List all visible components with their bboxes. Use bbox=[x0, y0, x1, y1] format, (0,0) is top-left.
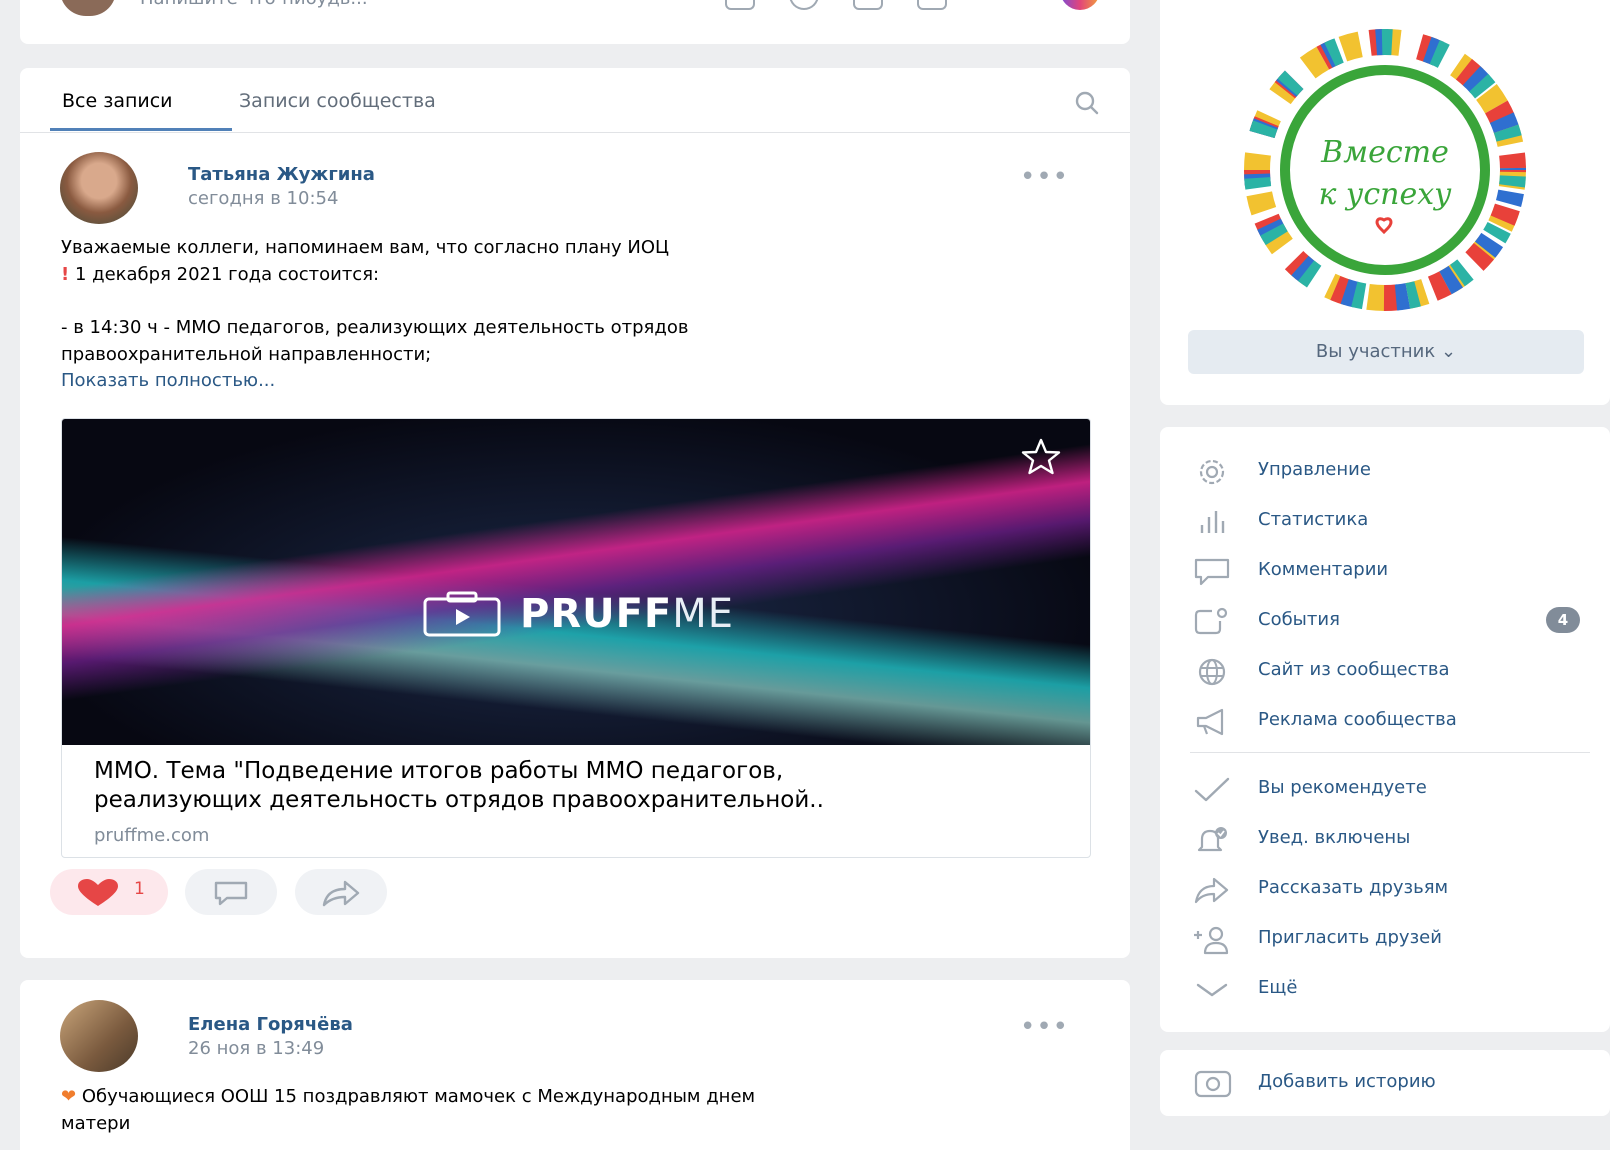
menu-item-statistics[interactable]: Статистика bbox=[1160, 499, 1610, 543]
globe-icon bbox=[1198, 658, 1226, 686]
composer-tools bbox=[725, 0, 947, 10]
chevron-down-icon bbox=[1196, 983, 1228, 997]
show-more-link[interactable]: Показать полностью... bbox=[61, 370, 275, 391]
menu-item-events[interactable]: События 4 bbox=[1160, 599, 1610, 643]
comment-icon bbox=[214, 881, 248, 906]
tab-all-posts[interactable]: Все записи bbox=[62, 90, 173, 112]
more-icon[interactable]: ••• bbox=[1020, 1014, 1069, 1040]
add-story-card: Добавить историю bbox=[1160, 1050, 1610, 1116]
post-author[interactable]: Елена Горячёва bbox=[188, 1014, 353, 1035]
add-story-label: Добавить историю bbox=[1258, 1071, 1436, 1092]
photo-icon[interactable] bbox=[725, 0, 755, 10]
menu-item-label: События bbox=[1258, 609, 1340, 630]
menu-item-label: Комментарии bbox=[1258, 559, 1389, 580]
video-icon[interactable] bbox=[789, 0, 819, 10]
comment-icon bbox=[1194, 558, 1230, 586]
menu-item-label: Увед. включены bbox=[1258, 827, 1411, 848]
post-text: ❤ Обучающиеся ООШ 15 поздравляют мамочек… bbox=[61, 1083, 755, 1137]
heart-emoji-icon: ❤ bbox=[61, 1086, 77, 1107]
post-text-line: ❤ Обучающиеся ООШ 15 поздравляют мамочек… bbox=[61, 1086, 756, 1107]
menu-item-comments[interactable]: Комментарии bbox=[1160, 549, 1610, 593]
menu-item-notifications[interactable]: Увед. включены bbox=[1160, 817, 1610, 861]
like-button[interactable]: 1 bbox=[50, 869, 168, 915]
link-title[interactable]: ММО. Тема "Подведение итогов работы ММО … bbox=[94, 757, 1054, 815]
brand-logo: PRUFFME bbox=[422, 591, 734, 637]
exclamation-icon: ! bbox=[61, 264, 70, 285]
post-text-line: правоохранительной направленности; bbox=[61, 344, 432, 365]
more-icon[interactable]: ••• bbox=[1020, 164, 1069, 190]
comment-button[interactable] bbox=[185, 869, 277, 915]
add-user-icon bbox=[1194, 926, 1229, 955]
chevron-down-icon: ⌄ bbox=[1440, 341, 1457, 362]
menu-item-more[interactable]: Ещё bbox=[1160, 967, 1610, 1011]
post-text-line: Уважаемые коллеги, напоминаем вам, что с… bbox=[61, 237, 669, 258]
post: Елена Горячёва 26 ноя в 13:49 ••• ❤ Обуч… bbox=[20, 980, 1130, 1150]
share-button[interactable] bbox=[295, 869, 387, 915]
add-story-button[interactable]: Добавить историю bbox=[1160, 1061, 1610, 1105]
post-text: Уважаемые коллеги, напоминаем вам, что с… bbox=[61, 234, 688, 368]
wall-tabs: Все записи Записи сообщества bbox=[20, 68, 1130, 133]
gear-icon bbox=[1199, 459, 1225, 485]
share-icon bbox=[1194, 877, 1229, 904]
music-icon[interactable] bbox=[853, 0, 883, 10]
wall: Все записи Записи сообщества Татьяна Жуж… bbox=[20, 68, 1130, 958]
post-text-line: - в 14:30 ч - ММО педагогов, реализующих… bbox=[61, 317, 689, 338]
post-composer[interactable]: Напишите что-нибудь... bbox=[20, 0, 1130, 44]
tab-community-posts[interactable]: Записи сообщества bbox=[239, 90, 436, 112]
community-logo: Вместе к успеху bbox=[1244, 29, 1526, 311]
author-avatar-icon[interactable] bbox=[1060, 0, 1100, 10]
post-time[interactable]: 26 ноя в 13:49 bbox=[188, 1038, 324, 1059]
menu-item-site[interactable]: Сайт из сообщества bbox=[1160, 649, 1610, 693]
link-banner-image[interactable]: PRUFFME bbox=[62, 419, 1090, 745]
menu-item-label: Реклама сообщества bbox=[1258, 709, 1457, 730]
star-icon[interactable] bbox=[1020, 437, 1062, 477]
menu-item-label: Сайт из сообщества bbox=[1258, 659, 1450, 680]
svg-text:Вместе: Вместе bbox=[1320, 135, 1449, 170]
composer-input[interactable]: Напишите что-нибудь... bbox=[140, 0, 368, 9]
search-icon[interactable] bbox=[1074, 90, 1100, 116]
stats-icon bbox=[1200, 511, 1225, 533]
camera-icon bbox=[1194, 1070, 1232, 1098]
post-author[interactable]: Татьяна Жужгина bbox=[188, 164, 375, 185]
video-case-icon bbox=[423, 591, 501, 637]
menu-item-tell-friends[interactable]: Рассказать друзьям bbox=[1160, 867, 1610, 911]
avatar[interactable] bbox=[60, 152, 138, 224]
menu-item-label: Управление bbox=[1258, 459, 1371, 480]
share-icon bbox=[322, 880, 360, 907]
menu-item-label: Вы рекомендуете bbox=[1258, 777, 1427, 798]
post-time[interactable]: сегодня в 10:54 bbox=[188, 188, 338, 209]
link-domain[interactable]: pruffme.com bbox=[94, 825, 209, 846]
avatar[interactable] bbox=[60, 1000, 138, 1072]
events-icon bbox=[1194, 607, 1228, 635]
menu-item-label: Ещё bbox=[1258, 977, 1298, 998]
post-text-line: ! 1 декабря 2021 года состоится: bbox=[61, 264, 380, 285]
community-menu: Управление Статистика Комментарии Событи… bbox=[1160, 427, 1610, 1032]
menu-item-invite[interactable]: Пригласить друзей bbox=[1160, 917, 1610, 961]
brand-name: PRUFFME bbox=[520, 591, 735, 637]
link-attachment[interactable]: PRUFFME ММО. Тема "Подведение итогов раб… bbox=[61, 418, 1091, 858]
menu-item-label: Пригласить друзей bbox=[1258, 927, 1442, 948]
menu-divider bbox=[1190, 752, 1590, 753]
community-cover: Вместе к успеху Вы участник ⌄ bbox=[1160, 0, 1610, 405]
list-icon[interactable] bbox=[917, 0, 947, 10]
heart-icon bbox=[78, 879, 118, 906]
like-count: 1 bbox=[134, 879, 145, 899]
megaphone-icon bbox=[1196, 708, 1224, 736]
menu-item-label: Рассказать друзьям bbox=[1258, 877, 1449, 898]
check-icon bbox=[1194, 777, 1230, 802]
events-count-badge: 4 bbox=[1546, 607, 1580, 633]
menu-item-manage[interactable]: Управление bbox=[1160, 449, 1610, 493]
menu-item-ads[interactable]: Реклама сообщества bbox=[1160, 699, 1610, 743]
member-status-button[interactable]: Вы участник ⌄ bbox=[1188, 330, 1584, 374]
post-text-line: матери bbox=[61, 1113, 131, 1134]
active-tab-indicator bbox=[50, 128, 232, 131]
menu-item-label: Статистика bbox=[1258, 509, 1369, 530]
menu-item-recommend[interactable]: Вы рекомендуете bbox=[1160, 767, 1610, 811]
composer-avatar bbox=[60, 0, 116, 16]
svg-text:к успеху: к успеху bbox=[1318, 177, 1452, 212]
bell-icon bbox=[1197, 827, 1227, 852]
